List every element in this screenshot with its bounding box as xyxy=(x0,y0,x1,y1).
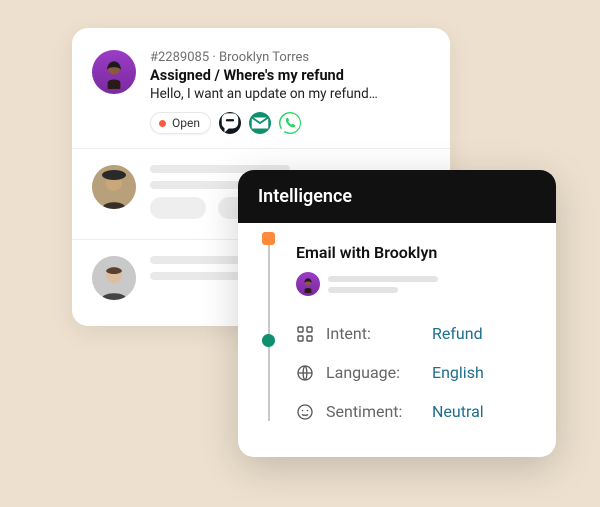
intelligence-timeline: Intent: Refund Language: English Sentime… xyxy=(260,272,538,431)
intelligence-header: Intelligence xyxy=(238,170,556,223)
chat-bubble-icon xyxy=(219,112,241,134)
whatsapp-channel-button[interactable] xyxy=(279,112,301,134)
placeholder-avatar xyxy=(92,256,136,300)
intelligence-panel: Intelligence Email with Brooklyn xyxy=(238,170,556,457)
customer-avatar xyxy=(92,50,136,94)
placeholder-pill xyxy=(150,197,206,219)
meta-separator: · xyxy=(209,50,219,65)
timeline-line-icon xyxy=(268,236,270,421)
intelligence-item-value[interactable]: Refund xyxy=(432,324,483,343)
ticket-subject: Assigned / Where's my refund xyxy=(150,67,378,84)
ticket-header-row[interactable]: #2289085 · Brooklyn Torres Assigned / Wh… xyxy=(86,46,436,148)
intelligence-item-label: Language: xyxy=(326,363,420,382)
timeline-marker-analysis-icon xyxy=(262,334,275,347)
intelligence-item-label: Sentiment: xyxy=(326,402,420,421)
chat-channel-button[interactable] xyxy=(219,112,241,134)
intelligence-item-language: Language: English xyxy=(296,353,538,392)
status-chip[interactable]: Open xyxy=(150,112,211,134)
person-photo-icon xyxy=(92,256,136,300)
envelope-icon xyxy=(249,112,271,134)
email-channel-button[interactable] xyxy=(249,112,271,134)
status-dot-icon xyxy=(159,120,166,127)
timeline-marker-thread-icon xyxy=(262,232,275,245)
customer-name: Brooklyn Torres xyxy=(219,50,309,65)
status-label: Open xyxy=(172,116,200,130)
ticket-text-block: #2289085 · Brooklyn Torres Assigned / Wh… xyxy=(150,50,378,134)
intelligence-item-sentiment: Sentiment: Neutral xyxy=(296,392,538,431)
ticket-id: #2289085 xyxy=(150,50,209,65)
intelligence-thread-title: Email with Brooklyn xyxy=(296,243,538,262)
smiley-icon xyxy=(296,403,314,421)
intent-icon xyxy=(296,325,314,343)
person-illustration-icon xyxy=(299,275,317,293)
intelligence-item-intent: Intent: Refund xyxy=(296,314,538,353)
placeholder-avatar xyxy=(92,165,136,209)
intelligence-body: Email with Brooklyn xyxy=(238,223,556,457)
ticket-preview: Hello, I want an update on my refund… xyxy=(150,86,378,102)
chip-row: Open xyxy=(150,112,378,134)
intelligence-item-label: Intent: xyxy=(326,324,420,343)
intelligence-item-value[interactable]: English xyxy=(432,363,484,382)
whatsapp-icon xyxy=(279,112,301,134)
thread-participant-row xyxy=(296,272,538,296)
globe-icon xyxy=(296,364,314,382)
intelligence-item-value[interactable]: Neutral xyxy=(432,402,484,421)
participant-avatar xyxy=(296,272,320,296)
ticket-meta: #2289085 · Brooklyn Torres xyxy=(150,50,378,65)
person-illustration-icon xyxy=(97,55,131,89)
person-photo-icon xyxy=(92,165,136,209)
intelligence-title: Intelligence xyxy=(258,186,352,207)
